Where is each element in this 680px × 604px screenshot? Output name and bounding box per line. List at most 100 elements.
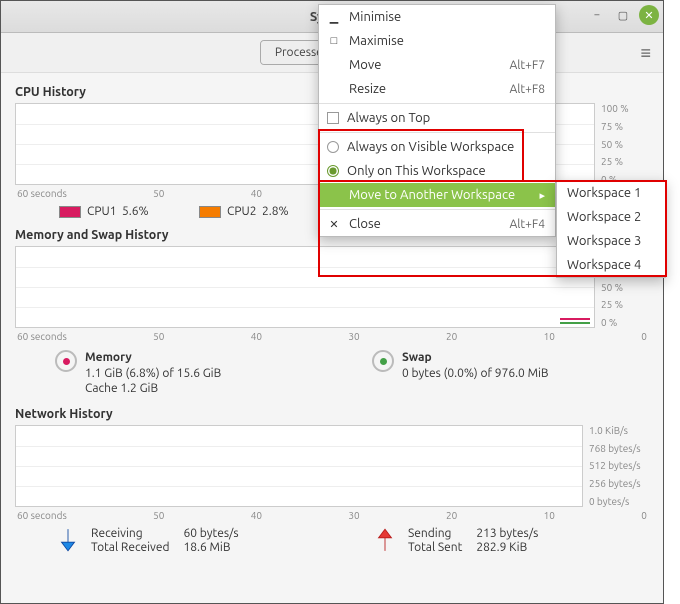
ctx-label: Move (349, 58, 381, 72)
color-swatch (59, 206, 81, 218)
ctx-label: Only on This Workspace (347, 164, 486, 178)
ctx-maximise[interactable]: □ Maximise (319, 29, 555, 53)
window-context-menu: ▁ Minimise □ Maximise Move Alt+F7 Resize Alt… (318, 4, 556, 237)
upload-arrow-icon (372, 527, 398, 553)
recv-rate: 60 bytes/s (183, 527, 238, 540)
submenu-workspace-3[interactable]: Workspace 3 (557, 229, 665, 253)
y-label: 50 % (601, 282, 649, 293)
y-label: 50 % (601, 139, 649, 150)
y-label: 512 bytes/s (589, 460, 649, 471)
legend-label: CPU2 (227, 205, 257, 218)
maximise-icon: □ (327, 34, 341, 48)
ctx-always-on-visible-workspace[interactable]: Always on Visible Workspace (319, 135, 555, 159)
y-label: 1.0 KiB/s (589, 425, 649, 436)
legend-value: 2.8% (262, 205, 289, 218)
swap-gauge-icon (372, 350, 394, 372)
download-arrow-icon (55, 527, 81, 553)
y-label: 0 % (601, 317, 649, 328)
radio-icon (327, 141, 339, 153)
y-label: 25 % (601, 156, 649, 167)
ctx-label: Maximise (349, 34, 404, 48)
separator (319, 132, 555, 133)
minimise-icon: ▁ (327, 10, 341, 24)
ctx-label: Minimise (349, 10, 401, 24)
x-label: 50 (153, 331, 164, 342)
send-total: 282.9 KiB (476, 541, 538, 554)
spacer (327, 58, 341, 72)
submenu-workspace-1[interactable]: Workspace 1 (557, 181, 665, 205)
y-label: 100 % (601, 103, 649, 114)
send-rate: 213 bytes/s (476, 527, 538, 540)
ctx-resize[interactable]: Resize Alt+F8 (319, 77, 555, 101)
recv-total-label: Total Received (91, 541, 169, 554)
send-total-label: Total Sent (408, 541, 462, 554)
ctx-close[interactable]: ✕CloseAlt+F4 (319, 212, 555, 236)
close-icon: ✕ (327, 217, 341, 231)
shortcut: Alt+F8 (509, 83, 545, 96)
separator (319, 209, 555, 210)
x-label: 10 (544, 331, 555, 342)
swap-line (560, 322, 590, 324)
send-label: Sending (408, 527, 462, 540)
ctx-minimise[interactable]: ▁ Minimise (319, 5, 555, 29)
x-label: 40 (251, 188, 262, 199)
shortcut: Alt+F4 (509, 218, 545, 231)
ctx-move-to-another-workspace[interactable]: Move to Another Workspace▸ (319, 183, 555, 207)
recv-label: Receiving (91, 527, 169, 540)
x-label: 20 (446, 331, 457, 342)
gauge-dot (63, 358, 70, 365)
hamburger-menu-icon[interactable]: ≡ (640, 43, 651, 64)
checkbox-icon (327, 112, 339, 124)
sending-stat: Sending 213 bytes/s Total Sent 282.9 KiB (332, 527, 649, 554)
chevron-right-icon: ▸ (539, 189, 545, 202)
net-y-axis: 1.0 KiB/s 768 bytes/s 512 bytes/s 256 by… (583, 425, 649, 507)
x-label: 20 (446, 510, 457, 521)
x-label: 60 seconds (17, 510, 67, 521)
ctx-only-on-this-workspace[interactable]: Only on This Workspace (319, 159, 555, 183)
x-label: 10 (544, 510, 555, 521)
mem-line (560, 318, 590, 320)
shortcut: Alt+F7 (509, 59, 545, 72)
submenu-workspace-4[interactable]: Workspace 4 (557, 253, 665, 277)
spacer (327, 82, 341, 96)
swap-title: Swap (402, 350, 549, 366)
gauge-dot (380, 358, 387, 365)
legend-value: 5.6% (122, 205, 149, 218)
x-label: 60 seconds (17, 331, 67, 342)
memory-cache: Cache 1.2 GiB (85, 381, 221, 397)
y-label: 768 bytes/s (589, 443, 649, 454)
color-swatch (199, 206, 221, 218)
ctx-always-on-top[interactable]: Always on Top (319, 106, 555, 130)
y-label: 0 bytes/s (589, 496, 649, 507)
x-label: 0 (641, 331, 647, 342)
mem-x-axis: 60 seconds50403020100 (17, 331, 647, 342)
x-label: 30 (348, 510, 359, 521)
ctx-label: Resize (349, 82, 386, 96)
workspace-submenu: Workspace 1 Workspace 2 Workspace 3 Work… (556, 180, 666, 278)
ctx-label: Always on Visible Workspace (347, 140, 514, 154)
spacer (327, 188, 341, 202)
net-x-axis: 60 seconds50403020100 (17, 510, 647, 521)
x-label: 50 (153, 510, 164, 521)
swap-stat: Swap 0 bytes (0.0%) of 976.0 MiB (332, 350, 649, 397)
maximize-button[interactable]: ▢ (613, 5, 633, 25)
mem-chart (15, 246, 595, 328)
radio-selected-icon (327, 165, 339, 177)
swap-usage: 0 bytes (0.0%) of 976.0 MiB (402, 366, 549, 382)
y-label: 25 % (601, 299, 649, 310)
ctx-label: Workspace 1 (567, 186, 641, 200)
net-section-title: Network History (15, 407, 649, 421)
ctx-move[interactable]: Move Alt+F7 (319, 53, 555, 77)
separator (319, 103, 555, 104)
x-label: 50 (153, 188, 164, 199)
ctx-label: Workspace 4 (567, 258, 641, 272)
net-chart (15, 425, 583, 507)
minimize-button[interactable]: − (587, 5, 607, 25)
close-button[interactable]: ✕ (639, 5, 659, 25)
submenu-workspace-2[interactable]: Workspace 2 (557, 205, 665, 229)
y-label: 75 % (601, 121, 649, 132)
memory-gauge-icon (55, 350, 77, 372)
ctx-label: Workspace 3 (567, 234, 641, 248)
recv-total: 18.6 MiB (183, 541, 238, 554)
memory-title: Memory (85, 350, 221, 366)
